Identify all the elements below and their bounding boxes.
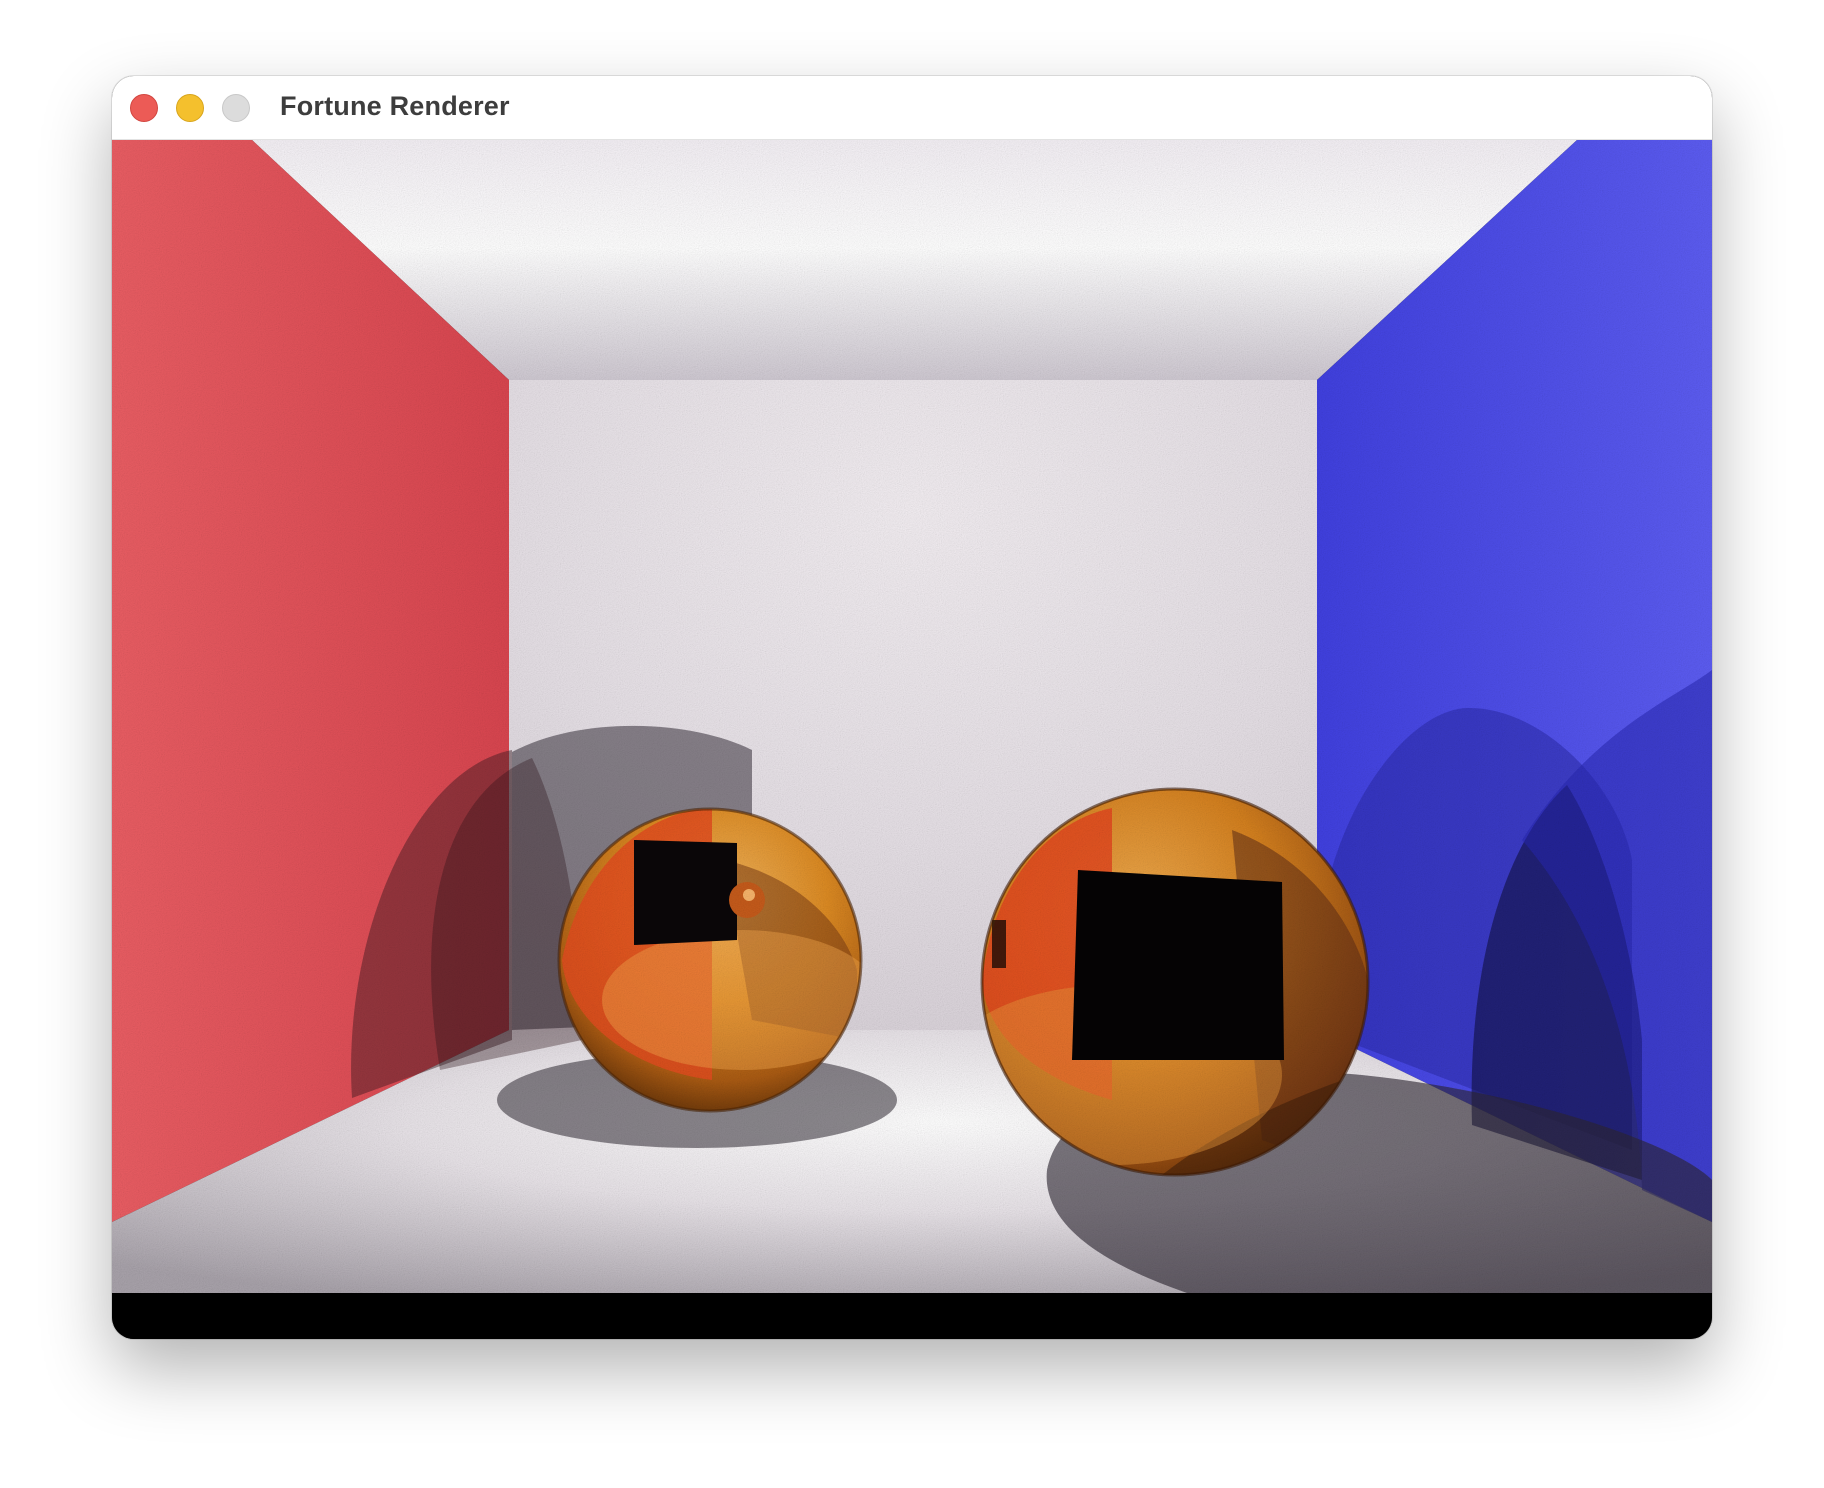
app-window: Fortune Renderer <box>112 76 1712 1339</box>
render-viewport <box>112 140 1712 1293</box>
title-bar[interactable]: Fortune Renderer <box>112 76 1712 140</box>
desktop: Fortune Renderer <box>0 0 1824 1488</box>
zoom-button[interactable] <box>222 94 250 122</box>
render-noise <box>112 140 1712 1293</box>
unrendered-strip <box>112 1293 1712 1339</box>
minimize-button[interactable] <box>176 94 204 122</box>
window-title: Fortune Renderer <box>280 91 510 121</box>
close-button[interactable] <box>130 94 158 122</box>
rendered-image <box>112 140 1712 1293</box>
